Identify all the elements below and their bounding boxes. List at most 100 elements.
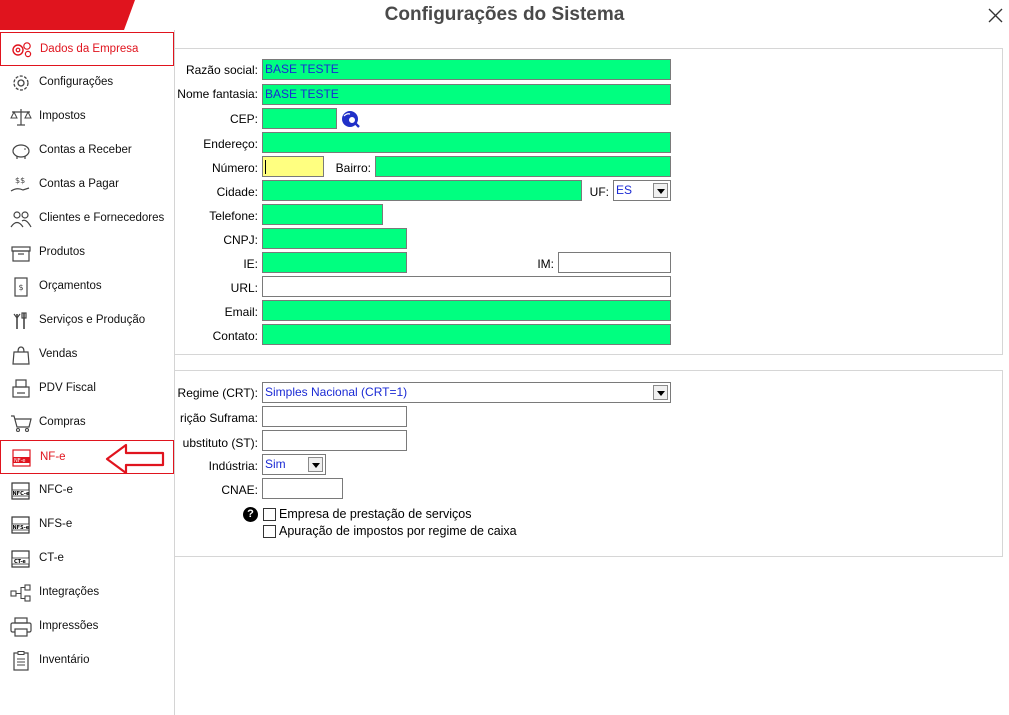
text-caret [265,159,266,174]
cep-input[interactable] [262,108,337,129]
sidebar-item-nfse[interactable]: NFS-e NFS-e [0,508,174,542]
uf-select[interactable]: ES [613,180,671,201]
telefone-input[interactable] [262,204,383,225]
bairro-label: Bairro: [335,161,371,175]
regime-select[interactable]: Simples Nacional (CRT=1) [262,382,671,403]
cnpj-label: CNPJ: [223,233,258,247]
cidade-input[interactable] [262,180,582,201]
sidebar-item-label: Orçamentos [39,280,102,292]
sidebar-item-label: Impostos [39,110,86,122]
sidebar-item-vendas[interactable]: Vendas [0,338,174,372]
company-gears-icon [12,42,32,58]
sidebar-item-label: NFS-e [39,518,73,530]
gear-icon [13,75,29,91]
sidebar-item-label: Inventário [39,654,90,666]
svg-text:CT-e: CT-e [14,559,26,565]
sidebar-item-label: Produtos [39,246,86,258]
nome-fantasia-input[interactable]: BASE TESTE [262,84,671,105]
nfe-document-icon: NF-e [12,449,31,467]
title-bar: Configurações do Sistema [0,0,1009,30]
industria-label: Indústria: [208,459,258,473]
clipboard-list-icon [13,651,29,671]
prestacao-servicos-checkbox[interactable] [263,508,276,521]
razao-social-input[interactable]: BASE TESTE [262,59,671,80]
shopping-cart-icon [11,415,32,433]
svg-text:$$: $$ [15,176,25,185]
sidebar-item-label: Vendas [39,348,78,360]
box-icon [11,246,31,262]
im-label: IM: [537,257,554,271]
regime-label: Regime (CRT): [177,386,258,400]
sidebar-item-label: Impressões [39,620,99,632]
cep-label: CEP: [229,112,258,126]
url-input[interactable] [262,276,671,297]
cnae-input[interactable] [262,478,343,499]
sidebar-item-impressoes[interactable]: Impressões [0,610,174,644]
cnae-label: CNAE: [221,483,258,497]
users-icon [10,211,32,228]
cte-document-icon: CT-e [11,550,30,568]
nome-fantasia-label: Nome fantasia: [177,87,258,101]
svg-text:NFS-e: NFS-e [13,525,30,531]
industria-select[interactable]: Sim [262,454,326,475]
sidebar-item-label: Serviços e Produção [39,314,146,326]
sidebar-item-dados-empresa[interactable]: Dados da Empresa [0,32,174,66]
nfse-document-icon: NFS-e [11,516,30,534]
sidebar-item-inventario[interactable]: Inventário [0,644,174,678]
inscricao-suframa-input[interactable] [262,406,407,427]
im-input[interactable] [558,252,671,273]
printer-pos-icon [12,379,30,398]
numero-label: Número: [211,161,258,175]
sidebar: Dados da Empresa Configurações Impostos … [0,30,175,715]
sidebar-item-label: Dados da Empresa [40,43,139,55]
endereco-input[interactable] [262,132,671,153]
sidebar-item-cte[interactable]: CT-e CT-e [0,542,174,576]
sidebar-item-label: Contas a Pagar [39,178,119,190]
help-icon[interactable]: ? [243,507,258,522]
nfce-document-icon: NFC-e [11,482,30,500]
regime-caixa-checkbox[interactable] [263,525,276,538]
sidebar-item-label: Contas a Receber [39,144,132,156]
ie-label: IE: [243,257,258,271]
scale-icon [10,109,32,126]
document-dollar-icon: $ [14,277,28,297]
sidebar-item-label: Configurações [39,76,114,88]
svg-text:$: $ [19,283,24,292]
sidebar-item-integracoes[interactable]: Integrações [0,576,174,610]
regime-caixa-label: Apuração de impostos por regime de caixa [279,524,517,538]
close-icon[interactable] [982,2,1008,28]
window-title: Configurações do Sistema [384,4,625,25]
cidade-label: Cidade: [216,185,258,199]
cnpj-input[interactable] [262,228,407,249]
hand-money-icon: $$ [10,176,30,192]
contato-input[interactable] [262,324,671,345]
chevron-down-icon[interactable] [308,457,323,472]
sidebar-item-label: CT-e [39,552,64,564]
ie-input[interactable] [262,252,407,273]
email-label: Email: [224,305,258,319]
razao-social-label: Razão social: [185,63,258,77]
sidebar-item-label: NF-e [40,451,66,463]
url-label: URL: [230,281,258,295]
substituto-st-input[interactable] [262,430,407,451]
uf-label: UF: [589,185,609,199]
svg-text:NF-e: NF-e [14,458,26,464]
sidebar-item-label: PDV Fiscal [39,382,96,394]
substituto-st-label: ubstituto (ST): [182,436,258,450]
shopping-bag-icon [12,346,30,365]
network-icon [10,584,31,602]
cep-search-icon[interactable] [341,110,363,130]
chevron-down-icon[interactable] [653,183,668,198]
contato-label: Contato: [212,329,258,343]
sidebar-item-label: Integrações [39,586,100,598]
printer-icon [10,617,32,637]
telefone-label: Telefone: [209,209,258,223]
bairro-input[interactable] [375,156,671,177]
sidebar-item-label: NFC-e [39,484,73,496]
numero-input[interactable] [262,156,324,177]
prestacao-servicos-label: Empresa de prestação de serviços [279,507,472,521]
chevron-down-icon[interactable] [653,385,668,400]
svg-text:NFC-e: NFC-e [13,491,30,497]
tools-icon [13,312,27,329]
email-input[interactable] [262,300,671,321]
